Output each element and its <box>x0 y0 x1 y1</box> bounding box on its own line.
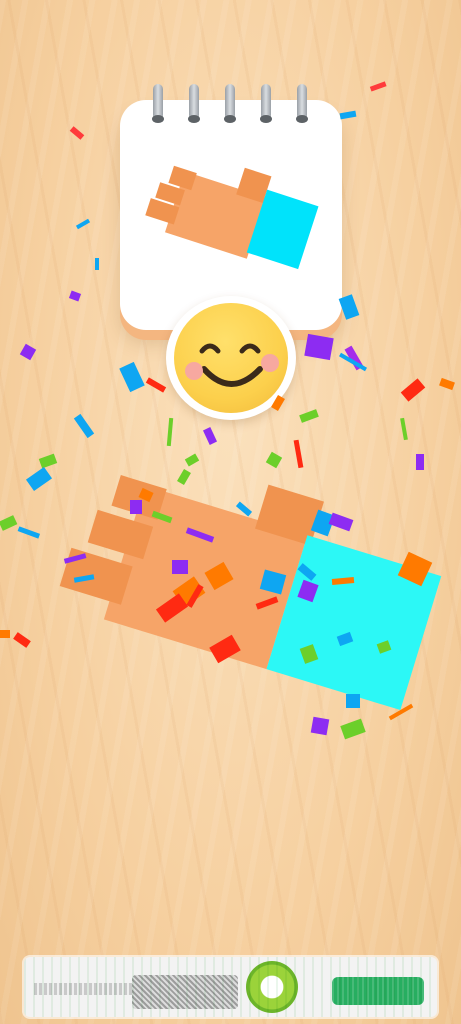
puzzle-finger-piece <box>111 475 167 520</box>
ad-banner[interactable] <box>24 957 437 1017</box>
puzzle-finger-piece <box>59 547 133 605</box>
ad-banner-noise <box>24 957 437 1017</box>
thumbs-up-puzzle <box>59 475 442 711</box>
